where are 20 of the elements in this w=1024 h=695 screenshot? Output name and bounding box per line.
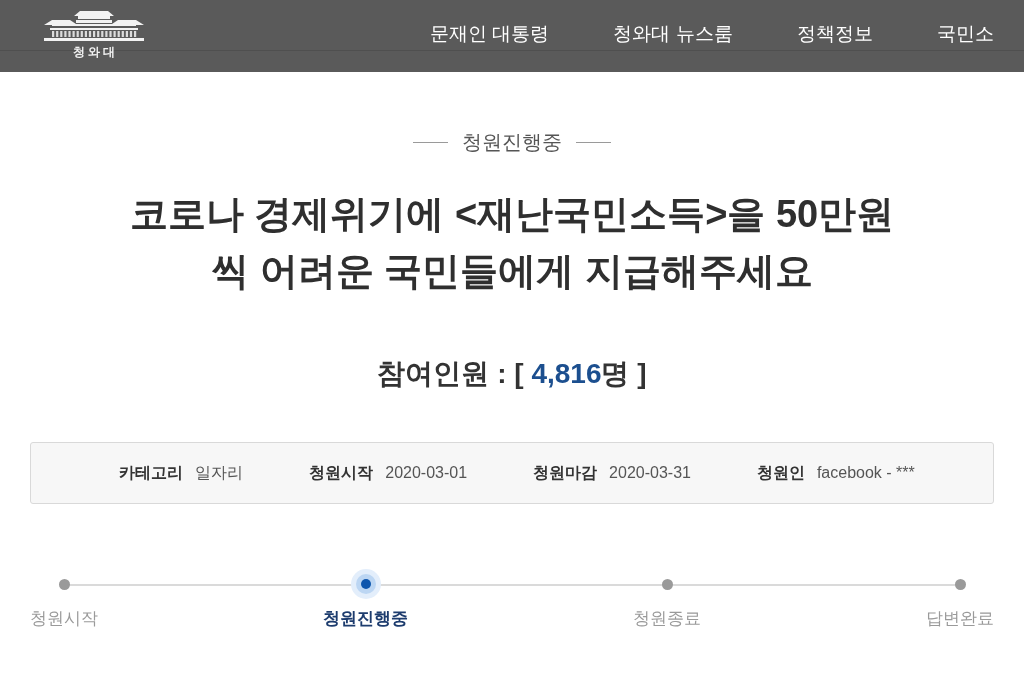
logo-text[interactable]: 청 와 대: [72, 44, 116, 60]
info-value: 2020-03-31: [609, 463, 691, 483]
participant-count: 참여인원 : [ 4,816명 ]: [377, 357, 647, 391]
info-value: 일자리: [195, 463, 244, 483]
info-label: 청원마감: [533, 463, 598, 483]
progress-step-label: 답변완료: [926, 608, 994, 630]
nav-link[interactable]: 국민소: [936, 21, 994, 47]
info-label: 청원시작: [309, 463, 374, 483]
progress-step-label: 청원진행중: [323, 608, 408, 630]
nav-link[interactable]: 정책정보: [796, 21, 873, 47]
nav-link[interactable]: 청와대 뉴스룸: [613, 21, 733, 47]
nav-link[interactable]: 문재인 대통령: [430, 21, 550, 47]
info-value: 2020-03-01: [385, 463, 468, 483]
petition-title: 코로나 경제위기에 <재난국민소득>을 50만원 씩 어려운 국민들에게 지급해주세요: [129, 192, 895, 294]
info-value: facebook - ***: [816, 463, 915, 483]
progress-step-label: 청원시작: [30, 608, 98, 630]
info-label: 카테고리: [119, 463, 184, 483]
progress-step-label: 청원종료: [633, 608, 701, 630]
petition-status-label: 청원진행중: [462, 130, 562, 155]
info-label: 청원인: [756, 463, 805, 483]
